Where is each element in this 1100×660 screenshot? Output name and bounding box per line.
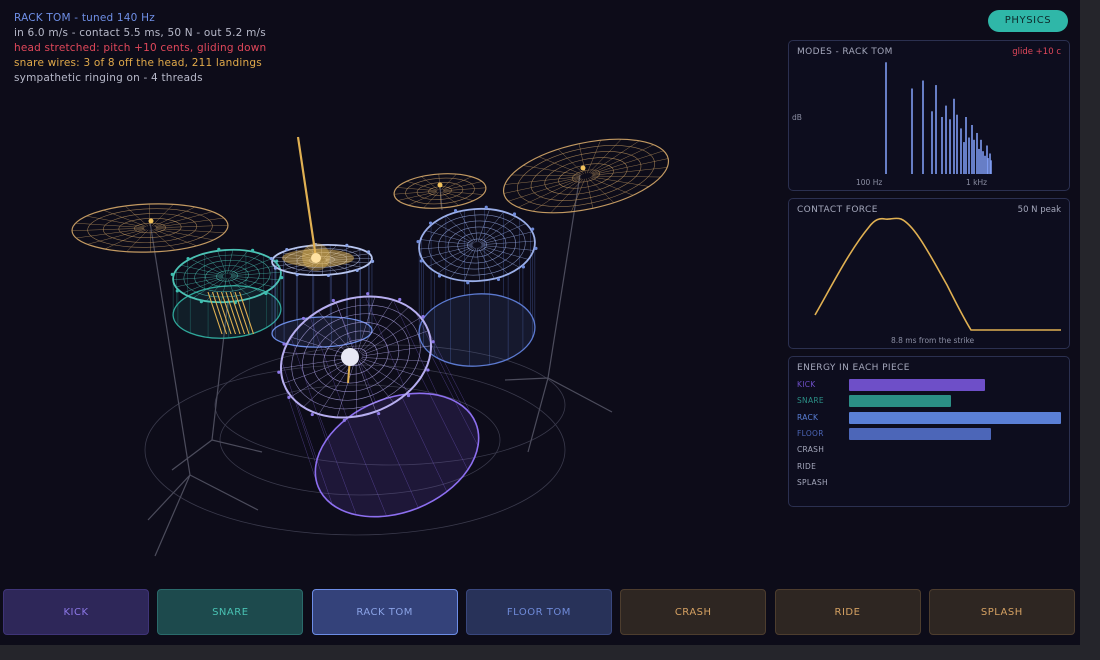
energy-row-snare: SNARE bbox=[797, 395, 1061, 408]
modes-spectrum bbox=[885, 62, 992, 174]
readout-impact-line: in 6.0 m/s - contact 5.5 ms, 50 N - out … bbox=[14, 27, 266, 39]
modes-tick-100hz: 100 Hz bbox=[856, 178, 883, 187]
energy-panel-title: ENERGY IN EACH PIECE bbox=[797, 363, 910, 373]
modes-panel: MODES - RACK TOM glide +10 c dB 100 Hz 1… bbox=[788, 40, 1070, 191]
contact-force-plot bbox=[814, 217, 1061, 331]
energy-panel: ENERGY IN EACH PIECE KICK SNARE RACK FLOOR C… bbox=[788, 356, 1070, 507]
pad-ride[interactable]: RIDE bbox=[774, 589, 921, 635]
energy-row-rack: RACK bbox=[797, 411, 1061, 424]
energy-bar bbox=[849, 411, 1061, 424]
pad-floor-tom[interactable]: FLOOR TOM bbox=[465, 589, 612, 635]
pad-rack-tom[interactable]: RACK TOM bbox=[311, 589, 458, 635]
readout-sympathetic-line: sympathetic ringing on - 4 threads bbox=[14, 72, 203, 84]
instrument-pad-row: KICK SNARE RACK TOM FLOOR TOM CRASH RIDE SPLAS… bbox=[3, 589, 1078, 637]
simulation-stage: RACK TOM - tuned 140 Hz in 6.0 m/s - con… bbox=[0, 0, 1080, 645]
pad-splash[interactable]: SPLASH bbox=[928, 589, 1075, 635]
energy-label: FLOOR bbox=[797, 428, 824, 438]
energy-label: CRASH bbox=[797, 445, 825, 455]
readout-head-stretch-line: head stretched: pitch +10 cents, gliding… bbox=[14, 42, 267, 54]
energy-label: RIDE bbox=[797, 461, 817, 471]
physics-toggle-button[interactable]: PHYSICS bbox=[988, 10, 1068, 32]
snare-drum[interactable] bbox=[170, 246, 284, 341]
energy-bar bbox=[849, 379, 985, 391]
readout-instrument-line: RACK TOM - tuned 140 Hz bbox=[14, 12, 155, 24]
readout-snare-wires-line: snare wires: 3 of 8 off the head, 211 la… bbox=[14, 57, 262, 69]
energy-row-ride: RIDE bbox=[797, 461, 1061, 473]
energy-row-splash: SPLASH bbox=[797, 477, 1061, 489]
contact-caption: 8.8 ms from the strike bbox=[891, 336, 975, 345]
energy-row-floor: FLOOR bbox=[797, 427, 1061, 440]
energy-row-crash: CRASH bbox=[797, 444, 1061, 456]
status-readout: RACK TOM - tuned 140 Hz in 6.0 m/s - con… bbox=[14, 11, 266, 86]
pad-kick[interactable]: KICK bbox=[3, 589, 149, 635]
ride-cymbal[interactable] bbox=[497, 126, 675, 225]
crash-cymbal[interactable] bbox=[71, 201, 229, 254]
floor-tom[interactable] bbox=[416, 205, 538, 370]
drum-kit-3d-view[interactable] bbox=[0, 0, 780, 580]
energy-label: RACK bbox=[797, 412, 819, 422]
energy-label: SNARE bbox=[797, 396, 824, 406]
contact-force-curve bbox=[814, 217, 1061, 331]
energy-bar bbox=[849, 427, 992, 440]
contact-force-panel: CONTACT FORCE 50 N peak 8.8 ms from the … bbox=[788, 198, 1070, 349]
energy-label: SPLASH bbox=[797, 477, 828, 487]
rack-tom[interactable] bbox=[269, 242, 375, 349]
modes-tick-1khz: 1 kHz bbox=[966, 178, 988, 187]
energy-bar bbox=[849, 395, 951, 408]
energy-label: KICK bbox=[797, 380, 816, 389]
energy-row-kick: KICK bbox=[797, 379, 1061, 391]
pad-snare[interactable]: SNARE bbox=[157, 589, 304, 635]
pad-crash[interactable]: CRASH bbox=[620, 589, 767, 635]
